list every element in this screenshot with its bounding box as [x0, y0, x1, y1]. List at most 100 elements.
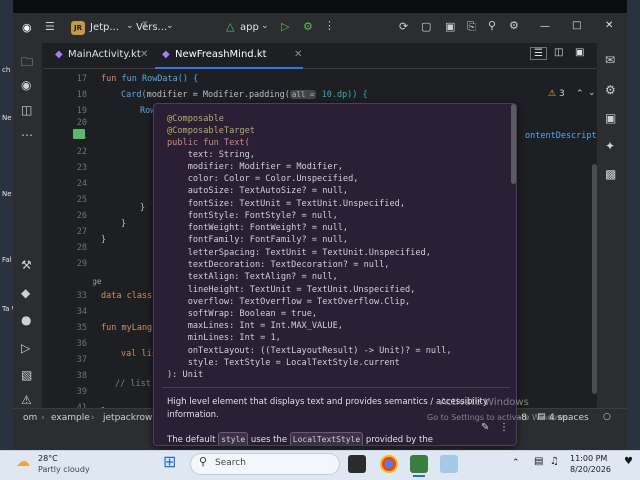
run-icon[interactable]: ▷ [281, 20, 289, 33]
close-button[interactable]: ✕ [605, 20, 613, 31]
watermark-title: Activate Windows [440, 397, 529, 408]
line-number: 35 [76, 323, 87, 333]
warning-count[interactable]: 3 [559, 89, 565, 99]
code-line-29: } [121, 219, 127, 229]
resource-manager-icon[interactable]: ◫ [21, 103, 32, 117]
vcs-selector[interactable]: Vers... [136, 22, 167, 33]
doc-line: @ComposableTarget [167, 126, 255, 136]
search-icon[interactable]: ⚲ [488, 19, 496, 32]
warning-icon[interactable]: ⚠ [548, 89, 556, 99]
android-icon[interactable]: ◉ [22, 21, 32, 34]
debug-icon[interactable]: ⚙ [303, 20, 313, 33]
quick-documentation-popup[interactable]: @Composable @ComposableTarget public fun… [153, 103, 517, 446]
kotlin-file-icon: ◆ [162, 49, 170, 60]
main-menu-icon[interactable]: ☰ [45, 20, 55, 33]
chrome-icon[interactable] [380, 455, 398, 473]
doc-line: onTextLayout: ((TextLayoutResult) -> Uni… [167, 346, 452, 356]
chevron-down-icon[interactable]: ⌄ [588, 88, 596, 98]
lock-icon[interactable]: ○ [603, 412, 611, 422]
line-number: 33 [76, 291, 87, 301]
play-icon[interactable]: ▷ [21, 341, 30, 355]
breadcrumb-item[interactable]: jetpackrow [103, 413, 152, 423]
line-number-gutter: 17 18 19 20 21 22 23 24 25 26 27 28 29 3… [43, 69, 93, 413]
doc-line: letterSpacing: TextUnit = TextUnit.Unspe… [167, 248, 431, 258]
code-line-28: } [140, 203, 146, 213]
terminal-icon[interactable]: ▧ [21, 368, 32, 382]
watermark-subtitle: Go to Settings to activate Windows. [427, 413, 571, 422]
code-view-icon[interactable]: ☰ [530, 47, 547, 60]
project-selector[interactable]: Jetp... [90, 22, 119, 33]
active-app-indicator [413, 475, 425, 477]
breadcrumb-item[interactable]: example [51, 413, 90, 423]
editor-scrollbar[interactable] [592, 164, 597, 394]
sdk-manager-icon[interactable]: ⎘ [467, 20, 476, 34]
minimize-button[interactable]: — [540, 21, 550, 32]
problems-icon[interactable]: ⚠ [21, 393, 32, 407]
task-view-icon[interactable] [348, 455, 366, 473]
run-config-selector[interactable]: app [240, 22, 259, 33]
chevron-up-icon[interactable]: ⌃ [576, 89, 584, 99]
start-icon[interactable]: ⊞ [163, 452, 176, 471]
doc-line: modifier: Modifier = Modifier, [167, 162, 343, 172]
popup-scrollbar[interactable] [511, 104, 516, 184]
breadcrumb-item[interactable]: om [23, 413, 37, 423]
usage-hint[interactable]: 1 Usage [93, 277, 102, 286]
tab-mainactivity[interactable]: MainActivity.kt [68, 49, 141, 60]
kotlin-file-icon: ◆ [55, 49, 63, 60]
code-overflow-text: ontentDescription [525, 131, 597, 141]
line-number: 20 [76, 118, 87, 128]
gem-icon[interactable]: ◆ [21, 286, 30, 300]
maximize-button[interactable]: □ [572, 20, 581, 31]
more-options-icon[interactable]: ⋮ [499, 422, 509, 433]
running-devices-icon[interactable]: ▩ [605, 167, 616, 181]
weather-temperature[interactable]: 28°C [38, 454, 58, 463]
split-view-icon[interactable]: ◫ [554, 47, 563, 58]
notifications-icon[interactable]: ✉ [605, 53, 615, 67]
right-tool-strip: ✉ ⚙ ▣ ✦ ▩ [597, 43, 627, 408]
stop-icon[interactable]: ▢ [421, 20, 431, 33]
chevron-down-icon[interactable]: ⌄ [126, 21, 134, 31]
title-bar: ◉ ☰ JR Jetp... ⌄ ᛉ Vers... ⌄ △ app ⌄ ▷ ⚙… [13, 13, 627, 43]
search-placeholder: Search [215, 458, 246, 468]
more-tools-icon[interactable]: ⋯ [21, 128, 33, 142]
volume-icon[interactable]: ♫ [550, 456, 559, 467]
clock-date[interactable]: 8/20/2026 [570, 465, 611, 474]
notification-bell-icon[interactable]: ♥ [624, 456, 633, 467]
taskbar-search[interactable] [190, 453, 340, 475]
apply-changes-icon[interactable]: ⟳ [399, 20, 408, 33]
desktop-label: Fal [2, 256, 12, 264]
design-view-icon[interactable]: ▣ [575, 47, 584, 58]
project-view-icon[interactable]: 🗀 [21, 53, 33, 74]
color-preview-swatch[interactable] [73, 129, 85, 139]
doc-line: textDecoration: TextDecoration? = null, [167, 260, 390, 270]
edit-icon[interactable]: ✎ [481, 422, 489, 433]
network-icon[interactable]: ▤ [534, 456, 543, 467]
doc-line: color: Color = Color.Unspecified, [167, 174, 359, 184]
settings-icon[interactable]: ⚙ [509, 19, 519, 32]
chevron-down-icon[interactable]: ⌄ [261, 21, 269, 31]
line-number: 24 [76, 179, 87, 189]
logcat-icon[interactable]: ● [21, 313, 31, 327]
commit-icon[interactable]: ◉ [21, 78, 31, 92]
line-number: 19 [76, 106, 87, 116]
doc-default-note: The default style uses the LocalTextStyl… [167, 432, 507, 445]
build-icon[interactable]: ⚒ [21, 258, 32, 272]
doc-line: fontWeight: FontWeight? = null, [167, 223, 349, 233]
code-chip: LocalTextStyle [289, 432, 364, 445]
more-actions-icon[interactable]: ⋮ [324, 19, 335, 32]
device-explorer-icon[interactable]: ▣ [605, 111, 616, 125]
weather-condition[interactable]: Partly cloudy [38, 465, 90, 474]
gemini-icon[interactable]: ✦ [605, 139, 615, 153]
chevron-down-icon[interactable]: ⌄ [166, 21, 174, 31]
clock-time[interactable]: 11:00 PM [570, 454, 607, 463]
gradle-icon[interactable]: ⚙ [605, 83, 616, 97]
doc-line: style: TextStyle = LocalTextStyle.curren… [167, 358, 400, 368]
device-manager-icon[interactable]: ▣ [445, 20, 455, 33]
android-studio-icon[interactable] [410, 455, 428, 473]
tab-newfreashmind[interactable]: NewFreashMind.kt [175, 49, 267, 60]
emulator-icon[interactable] [440, 455, 458, 473]
chevron-up-icon[interactable]: ⌃ [512, 458, 520, 468]
close-tab-icon[interactable]: ✕ [140, 49, 148, 60]
close-tab-icon[interactable]: ✕ [294, 49, 302, 60]
weather-icon[interactable]: ☁ [16, 454, 30, 470]
